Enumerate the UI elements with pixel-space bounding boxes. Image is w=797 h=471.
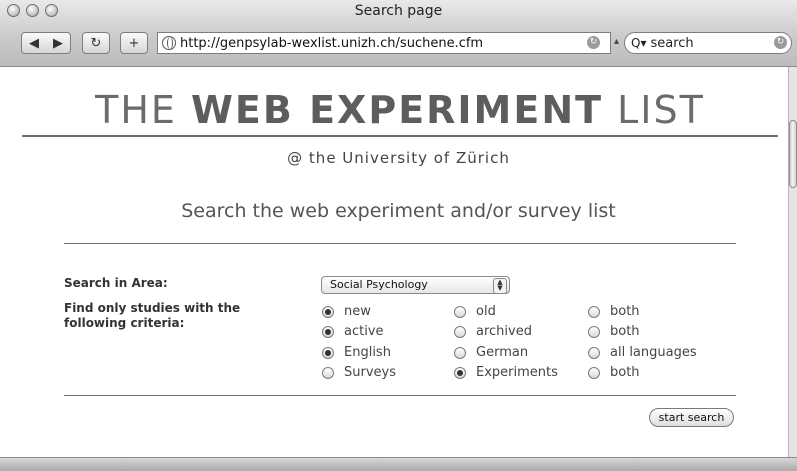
criteria-option[interactable]: English bbox=[322, 345, 391, 360]
browser-window: Search page ◀ ▶ ↻ + http://genpsylab-wex… bbox=[0, 0, 797, 471]
radio-unchecked[interactable] bbox=[588, 366, 600, 379]
address-bar[interactable]: http://genpsylab-wexlist.unizh.ch/suchen… bbox=[157, 32, 611, 54]
radio-label: all languages bbox=[610, 345, 697, 360]
site-title-pre: THE bbox=[95, 88, 192, 132]
title-bar: Search page ◀ ▶ ↻ + http://genpsylab-wex… bbox=[0, 0, 797, 67]
area-select-value: Social Psychology bbox=[330, 278, 428, 291]
radio-label: both bbox=[610, 304, 640, 319]
start-search-button[interactable]: start search bbox=[649, 408, 734, 427]
window-title: Search page bbox=[354, 3, 443, 19]
radio-checked[interactable] bbox=[322, 305, 334, 318]
site-subtitle: @ the University of Zürich bbox=[287, 149, 510, 167]
radio-label: German bbox=[476, 345, 529, 360]
area-label: Search in Area: bbox=[64, 276, 168, 290]
radio-label: both bbox=[610, 365, 640, 380]
radio-checked[interactable] bbox=[454, 366, 466, 379]
url-text: http://genpsylab-wexlist.unizh.ch/suchen… bbox=[180, 35, 484, 51]
radio-label: old bbox=[476, 304, 496, 319]
radio-label: new bbox=[344, 304, 371, 319]
radio-unchecked[interactable] bbox=[454, 346, 466, 359]
criteria-option[interactable]: German bbox=[454, 345, 528, 360]
criteria-option[interactable]: new bbox=[322, 304, 371, 319]
snapback-icon[interactable]: ▴ bbox=[614, 36, 619, 47]
criteria-option[interactable]: all languages bbox=[588, 345, 697, 360]
form-bottom-divider bbox=[64, 395, 736, 396]
radio-unchecked[interactable] bbox=[454, 325, 466, 338]
plus-icon: + bbox=[128, 35, 140, 51]
criteria-option[interactable]: Surveys bbox=[322, 365, 396, 380]
select-arrows-icon: ▲ ▼ bbox=[493, 278, 507, 294]
radio-unchecked[interactable] bbox=[454, 305, 466, 318]
reload-icon: ↻ bbox=[90, 35, 102, 51]
radio-checked[interactable] bbox=[322, 346, 334, 359]
radio-label: Experiments bbox=[476, 365, 558, 380]
radio-label: English bbox=[344, 345, 391, 360]
address-reload-icon[interactable]: ↻ bbox=[587, 36, 600, 49]
radio-label: Surveys bbox=[344, 365, 396, 380]
radio-unchecked[interactable] bbox=[588, 346, 600, 359]
search-icon[interactable]: Q▾ bbox=[631, 36, 646, 50]
criteria-option[interactable]: both bbox=[588, 365, 640, 380]
site-title-post: LIST bbox=[603, 88, 705, 132]
radio-label: archived bbox=[476, 324, 532, 339]
page-heading: Search the web experiment and/or survey … bbox=[181, 200, 616, 222]
title-divider bbox=[22, 135, 778, 137]
criteria-option[interactable]: Experiments bbox=[454, 365, 558, 380]
criteria-option[interactable]: old bbox=[454, 304, 496, 319]
form-top-divider bbox=[64, 243, 736, 244]
search-placeholder: search bbox=[650, 35, 694, 51]
radio-label: active bbox=[344, 324, 384, 339]
site-title-bold: WEB EXPERIMENT bbox=[191, 88, 604, 132]
criteria-option[interactable]: archived bbox=[454, 324, 532, 339]
search-clear-icon[interactable]: ↻ bbox=[774, 36, 787, 49]
globe-icon bbox=[162, 36, 176, 50]
radio-unchecked[interactable] bbox=[588, 305, 600, 318]
forward-arrow-icon[interactable]: ▶ bbox=[46, 36, 70, 51]
radio-label: both bbox=[610, 324, 640, 339]
criteria-label-line1: Find only studies with the bbox=[64, 301, 241, 315]
site-title: THE WEB EXPERIMENT LIST bbox=[22, 88, 778, 132]
add-bookmark-button[interactable]: + bbox=[120, 32, 148, 54]
radio-unchecked[interactable] bbox=[322, 366, 334, 379]
criteria-label-line2: following criteria: bbox=[64, 316, 185, 330]
area-select[interactable]: Social Psychology ▲ ▼ bbox=[321, 276, 510, 294]
scrollbar-thumb[interactable] bbox=[789, 120, 797, 188]
criteria-option[interactable]: both bbox=[588, 324, 640, 339]
radio-checked[interactable] bbox=[322, 325, 334, 338]
radio-unchecked[interactable] bbox=[588, 325, 600, 338]
criteria-option[interactable]: active bbox=[322, 324, 384, 339]
reload-button[interactable]: ↻ bbox=[82, 32, 110, 54]
search-field[interactable]: Q▾ search ↻ bbox=[624, 32, 792, 54]
back-forward-control: ◀ ▶ bbox=[21, 32, 71, 54]
criteria-option[interactable]: both bbox=[588, 304, 640, 319]
window-bottom-bar bbox=[0, 457, 797, 471]
back-arrow-icon[interactable]: ◀ bbox=[22, 36, 46, 51]
